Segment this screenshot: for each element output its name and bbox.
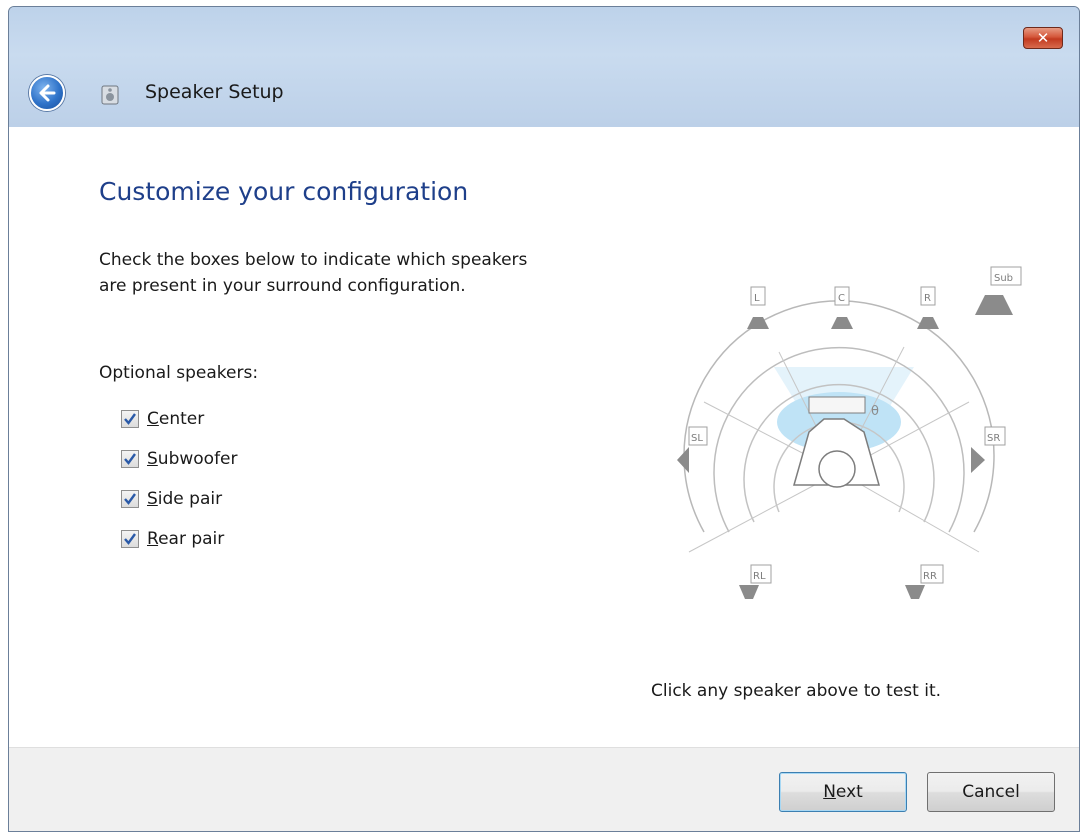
rear-pair-option[interactable]: Rear pair bbox=[121, 519, 238, 559]
speaker-right[interactable]: R bbox=[917, 286, 939, 329]
next-label-rest: ext bbox=[835, 782, 863, 802]
next-mnemonic: N bbox=[823, 782, 836, 802]
title-bar: ✕ Speaker Setup bbox=[9, 7, 1079, 127]
speaker-setup-window: ✕ Speaker Setup Customize your configura… bbox=[8, 6, 1080, 832]
page-title: Customize your configuration bbox=[99, 177, 469, 206]
speaker-options: Center Subwoofer Side pair Rear pair bbox=[121, 399, 238, 559]
rear-pair-label-rest: ear pair bbox=[158, 529, 225, 549]
center-label-rest: enter bbox=[158, 409, 205, 429]
window-title: Speaker Setup bbox=[145, 81, 284, 103]
speaker-center[interactable]: C bbox=[831, 286, 853, 329]
rear-pair-label: Rear pair bbox=[147, 529, 224, 549]
speaker-side-right[interactable]: SR bbox=[971, 426, 1006, 473]
subwoofer-option[interactable]: Subwoofer bbox=[121, 439, 238, 479]
center-checkbox[interactable] bbox=[121, 410, 139, 428]
speaker-rear-right-label: RR bbox=[923, 571, 937, 582]
screen-icon bbox=[808, 396, 866, 414]
subwoofer-label-rest: ubwoofer bbox=[157, 449, 238, 469]
speaker-layout-diagram: θ L C R Sub SL SR RL RR bbox=[677, 266, 1022, 599]
speaker-right-icon bbox=[917, 317, 939, 329]
optional-speakers-label: Optional speakers: bbox=[99, 363, 259, 383]
rear-pair-mnemonic: R bbox=[147, 529, 159, 549]
side-pair-label-rest: ide pair bbox=[157, 489, 223, 509]
side-pair-label: Side pair bbox=[147, 489, 222, 509]
speaker-app-icon bbox=[101, 85, 119, 105]
speaker-left-label: L bbox=[754, 293, 760, 304]
subwoofer-icon bbox=[975, 295, 1013, 315]
instructions-text: Check the boxes below to indicate which … bbox=[99, 250, 528, 296]
speaker-right-label: R bbox=[924, 293, 931, 304]
subwoofer-label: Subwoofer bbox=[147, 449, 238, 469]
side-pair-checkbox[interactable] bbox=[121, 490, 139, 508]
speaker-sub-label: Sub bbox=[994, 273, 1013, 284]
content-area: Customize your configuration Check the b… bbox=[9, 127, 1079, 747]
back-arrow-icon[interactable] bbox=[29, 75, 65, 111]
speaker-rear-left-icon bbox=[739, 585, 759, 599]
speaker-side-right-icon bbox=[971, 447, 985, 473]
speaker-side-left-icon bbox=[677, 447, 689, 473]
rear-pair-checkbox[interactable] bbox=[121, 530, 139, 548]
listener-head-icon bbox=[818, 450, 856, 488]
test-hint-text: Click any speaker above to test it. bbox=[651, 681, 942, 701]
speaker-left[interactable]: L bbox=[747, 286, 769, 329]
center-mnemonic: C bbox=[147, 409, 159, 429]
speaker-subwoofer[interactable]: Sub bbox=[975, 266, 1022, 315]
center-option[interactable]: Center bbox=[121, 399, 238, 439]
speaker-rear-left-label: RL bbox=[753, 571, 766, 582]
speaker-side-left[interactable]: SL bbox=[677, 426, 708, 473]
speaker-side-right-label: SR bbox=[987, 433, 1000, 444]
close-button[interactable]: ✕ bbox=[1023, 27, 1063, 49]
footer-bar: Next Cancel bbox=[9, 747, 1079, 831]
speaker-center-label: C bbox=[838, 293, 845, 304]
cancel-button[interactable]: Cancel bbox=[927, 772, 1055, 812]
subwoofer-checkbox[interactable] bbox=[121, 450, 139, 468]
side-pair-option[interactable]: Side pair bbox=[121, 479, 238, 519]
next-button[interactable]: Next bbox=[779, 772, 907, 812]
center-label: Center bbox=[147, 409, 204, 429]
speaker-rear-left[interactable]: RL bbox=[739, 564, 772, 599]
speaker-rear-right-icon bbox=[905, 585, 925, 599]
side-pair-mnemonic: S bbox=[147, 489, 158, 509]
speaker-center-icon bbox=[831, 317, 853, 329]
angle-symbol: θ bbox=[871, 404, 879, 419]
speaker-side-left-label: SL bbox=[691, 433, 703, 444]
speaker-rear-right[interactable]: RR bbox=[905, 564, 944, 599]
subwoofer-mnemonic: S bbox=[147, 449, 158, 469]
